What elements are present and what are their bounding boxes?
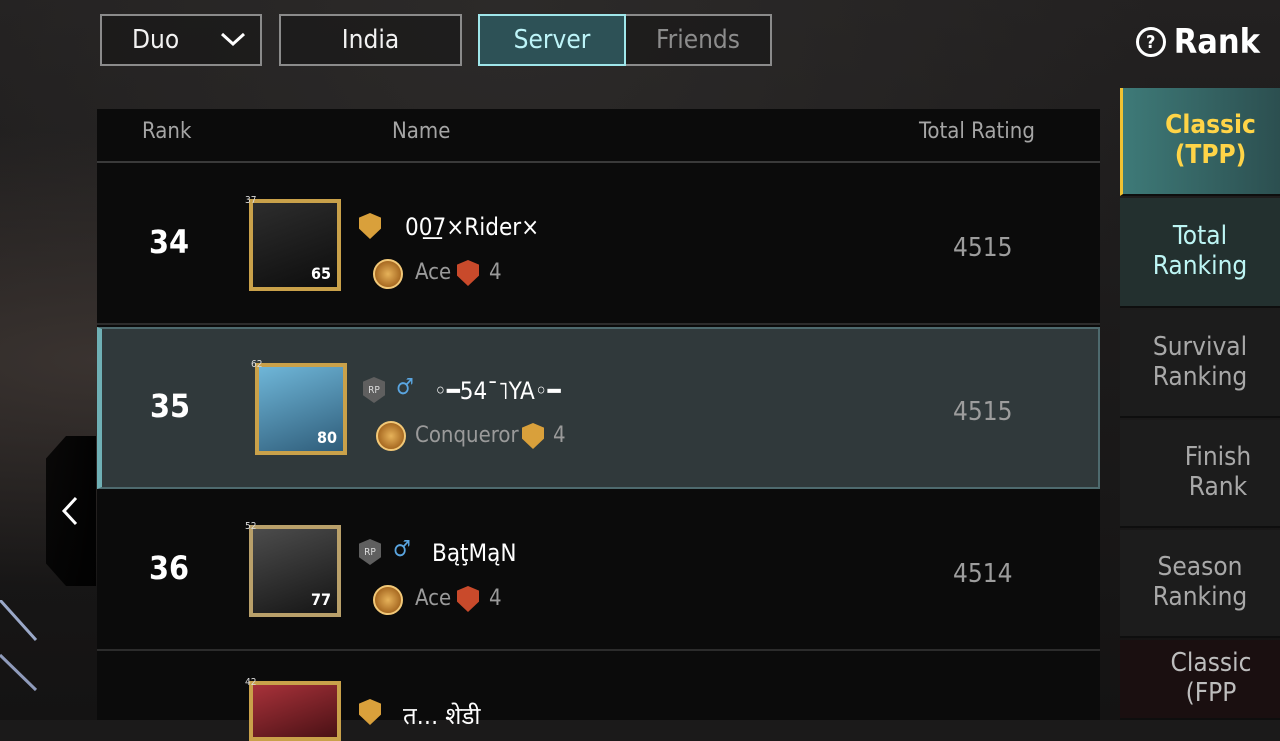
avatar-level: 80: [316, 428, 337, 447]
tab-classic-fpp[interactable]: Classic (FPP: [1120, 640, 1280, 720]
table-header: Rank Name Total Rating: [97, 109, 1100, 163]
row-rank: 36: [148, 549, 190, 587]
tier-count: 4: [553, 423, 566, 448]
weapon-decoration-icon: [0, 600, 38, 692]
column-total-rating: Total Rating: [919, 119, 1035, 144]
table-row-selected[interactable]: 35 62 80 RP ♂ ◦━54ˉ˥YA◦━ Conqueror 4 451…: [97, 327, 1100, 489]
leaderboard-table: Rank Name Total Rating 34 37 65 00͟7×Rid…: [97, 109, 1100, 741]
avatar-badge: 42: [245, 677, 257, 688]
tab-season-ranking[interactable]: Season Ranking: [1120, 530, 1280, 638]
tier-count: 4: [489, 586, 502, 611]
help-icon[interactable]: ?: [1135, 27, 1166, 57]
row-rank: 35: [149, 387, 191, 425]
male-icon: ♂: [396, 375, 414, 400]
tab-server[interactable]: Server: [478, 14, 626, 66]
avatar-level: 65: [310, 264, 331, 283]
friends-label: Friends: [656, 25, 740, 55]
tier-count: 4: [489, 260, 502, 285]
tab-finish-rank-label: Finish Rank: [1184, 442, 1252, 502]
tab-classic-tpp-label: Classic (TPP): [1165, 110, 1256, 170]
player-name: त… शेडी: [403, 702, 481, 730]
tier-badge-icon: [359, 699, 381, 725]
rp-icon: RP: [363, 377, 385, 403]
avatar-badge: 62: [251, 359, 263, 370]
chevron-left-icon: [61, 496, 78, 526]
region-button[interactable]: India: [279, 14, 462, 66]
table-row[interactable]: 34 37 65 00͟7×Rider× Ace 4 4515: [97, 163, 1100, 325]
player-name: ◦━54ˉ˥YA◦━: [434, 377, 561, 405]
total-rating: 4514: [953, 559, 1013, 589]
tab-total-ranking[interactable]: Total Ranking: [1120, 198, 1280, 308]
tab-classic-fpp-label: Classic (FPP: [1170, 648, 1252, 708]
tab-total-ranking-label: Total Ranking: [1152, 221, 1248, 281]
avatar[interactable]: 62 80: [251, 359, 347, 455]
avatar[interactable]: 42: [245, 677, 341, 741]
column-rank: Rank: [142, 119, 192, 144]
male-icon: ♂: [393, 537, 411, 562]
tab-survival-ranking[interactable]: Survival Ranking: [1120, 310, 1280, 418]
mode-dropdown[interactable]: Duo: [100, 14, 262, 66]
row-rank: 34: [148, 223, 190, 261]
total-rating: 4515: [953, 397, 1013, 427]
tab-classic-tpp[interactable]: Classic (TPP): [1120, 88, 1280, 196]
tab-season-ranking-label: Season Ranking: [1152, 552, 1248, 612]
table-row[interactable]: 36 52 77 RP ♂ BąţMąN Ace 4 4514: [97, 489, 1100, 651]
conqueror-tier-icon: [376, 421, 406, 451]
avatar-badge: 37: [245, 195, 257, 206]
column-name: Name: [392, 119, 451, 144]
avatar[interactable]: 52 77: [245, 521, 341, 617]
tab-friends[interactable]: Friends: [626, 14, 772, 66]
ace-tier-icon: [373, 259, 403, 289]
player-name: 00͟7×Rider×: [405, 213, 540, 241]
tier-label: Ace: [415, 586, 452, 611]
ranking-sidebar: Classic (TPP) Total Ranking Survival Ran…: [1118, 88, 1280, 720]
tier-badge-icon: [359, 213, 381, 239]
chevron-down-icon: [220, 32, 246, 47]
avatar[interactable]: 37 65: [245, 195, 341, 291]
rank-header: ? Rank: [1135, 22, 1260, 62]
table-row[interactable]: 42 त… शेडी: [97, 651, 1100, 741]
server-label: Server: [513, 25, 591, 55]
region-label: India: [341, 25, 400, 55]
rp-icon: RP: [359, 539, 381, 565]
tier-label: Conqueror: [415, 423, 519, 448]
season-shield-icon: [522, 423, 544, 449]
tier-label: Ace: [415, 260, 452, 285]
player-name: BąţMąN: [432, 539, 517, 567]
total-rating: 4515: [953, 233, 1013, 263]
mode-label: Duo: [132, 25, 180, 55]
season-shield-icon: [457, 260, 479, 286]
page-title: Rank: [1173, 22, 1260, 62]
back-button[interactable]: [46, 436, 96, 586]
avatar-badge: 52: [245, 521, 257, 532]
season-shield-icon: [457, 586, 479, 612]
avatar-level: 77: [310, 590, 331, 609]
tab-finish-rank[interactable]: Finish Rank: [1120, 420, 1280, 528]
ace-tier-icon: [373, 585, 403, 615]
tab-survival-ranking-label: Survival Ranking: [1152, 332, 1248, 392]
